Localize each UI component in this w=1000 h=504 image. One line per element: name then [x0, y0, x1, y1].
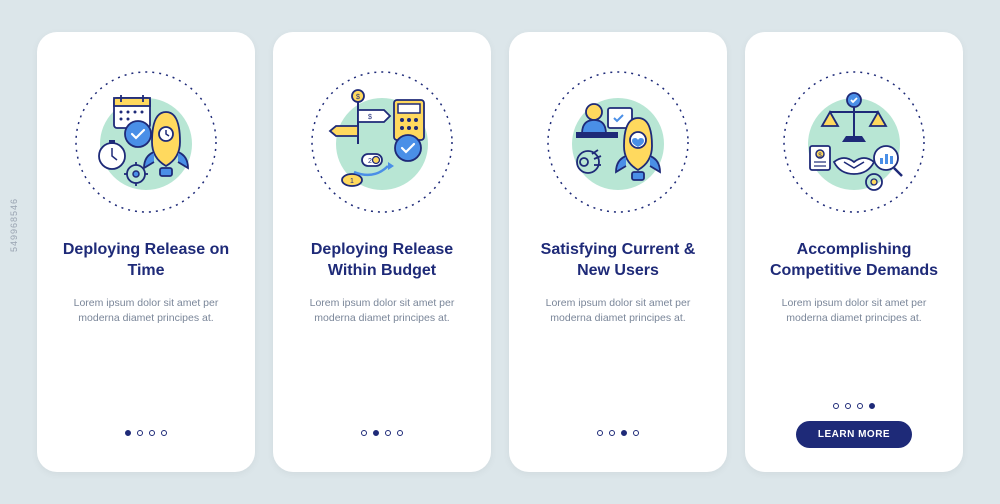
svg-text:1: 1 [350, 178, 354, 185]
dot[interactable] [161, 430, 167, 436]
dot[interactable] [857, 403, 863, 409]
dot[interactable] [609, 430, 615, 436]
dot[interactable] [125, 430, 131, 436]
dot[interactable] [373, 430, 379, 436]
pagination-dots [597, 430, 639, 436]
dot[interactable] [385, 430, 391, 436]
card-title: Accomplishing Competitive Demands [767, 240, 941, 282]
card-body: Lorem ipsum dolor sit amet per moderna d… [295, 296, 469, 430]
watermark: 549968546 [9, 198, 19, 252]
onboarding-card-2: $ $ 1 2 Deploying Release Within Budget … [273, 32, 491, 472]
pagination-dots [361, 430, 403, 436]
svg-text:2: 2 [368, 158, 372, 165]
illustration-competitive: $ [774, 62, 934, 222]
dot[interactable] [397, 430, 403, 436]
dot[interactable] [621, 430, 627, 436]
onboarding-card-3: Satisfying Current & New Users Lorem ips… [509, 32, 727, 472]
svg-text:$: $ [368, 114, 372, 121]
illustration-on-time [66, 62, 226, 222]
dot[interactable] [845, 403, 851, 409]
onboarding-card-1: Deploying Release on Time Lorem ipsum do… [37, 32, 255, 472]
dot[interactable] [833, 403, 839, 409]
card-body: Lorem ipsum dolor sit amet per moderna d… [531, 296, 705, 430]
pagination-dots [125, 430, 167, 436]
card-body: Lorem ipsum dolor sit amet per moderna d… [59, 296, 233, 430]
dot[interactable] [633, 430, 639, 436]
card-body: Lorem ipsum dolor sit amet per moderna d… [767, 296, 941, 403]
card-title: Deploying Release Within Budget [295, 240, 469, 282]
illustration-users [538, 62, 698, 222]
dot[interactable] [137, 430, 143, 436]
dot[interactable] [149, 430, 155, 436]
dot[interactable] [361, 430, 367, 436]
dot[interactable] [597, 430, 603, 436]
onboarding-card-4: $ Accomplishing Competitive Demands Lore… [745, 32, 963, 472]
card-title: Deploying Release on Time [59, 240, 233, 282]
illustration-within-budget: $ $ 1 2 [302, 62, 462, 222]
pagination-dots [833, 403, 875, 409]
card-title: Satisfying Current & New Users [531, 240, 705, 282]
dot[interactable] [869, 403, 875, 409]
svg-text:$: $ [356, 94, 360, 101]
learn-more-button[interactable]: LEARN MORE [796, 421, 912, 448]
